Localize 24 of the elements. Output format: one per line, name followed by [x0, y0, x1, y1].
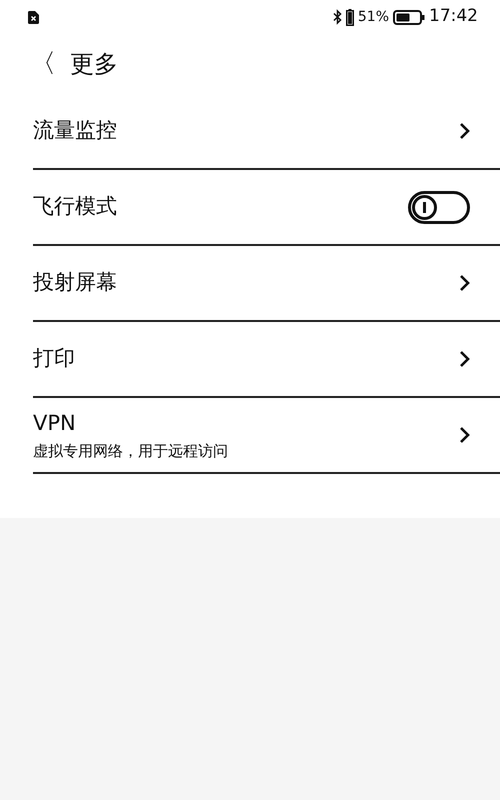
toggle-switch[interactable] [408, 190, 470, 224]
back-button[interactable]: 〈 [30, 51, 56, 77]
settings-row[interactable]: 投射屏幕 [33, 246, 500, 322]
battery-icon [346, 8, 354, 26]
chevron-right-icon [459, 426, 470, 444]
row-label: 投射屏幕 [33, 269, 117, 296]
chevron-right-icon [459, 122, 470, 140]
settings-row[interactable]: VPN 虚拟专用网络，用于远程访问 [33, 398, 500, 474]
battery-percent: 51% [358, 8, 389, 26]
settings-row[interactable]: 飞行模式 [33, 170, 500, 246]
row-label: 流量监控 [33, 117, 117, 144]
page-title: 更多 [70, 49, 118, 80]
clock-time: 17:42 [429, 5, 478, 28]
settings-row[interactable]: 流量监控 [33, 94, 500, 170]
row-description: 虚拟专用网络，用于远程访问 [33, 440, 228, 462]
chevron-right-icon [459, 274, 470, 292]
battery-icon [393, 10, 425, 24]
chevron-right-icon [459, 350, 470, 368]
row-label: 飞行模式 [33, 193, 117, 220]
settings-row[interactable]: 打印 [33, 322, 500, 398]
row-label: 打印 [33, 345, 75, 372]
bluetooth-icon [332, 9, 342, 25]
sim-card-icon [28, 10, 39, 24]
row-label: VPN [33, 410, 77, 437]
